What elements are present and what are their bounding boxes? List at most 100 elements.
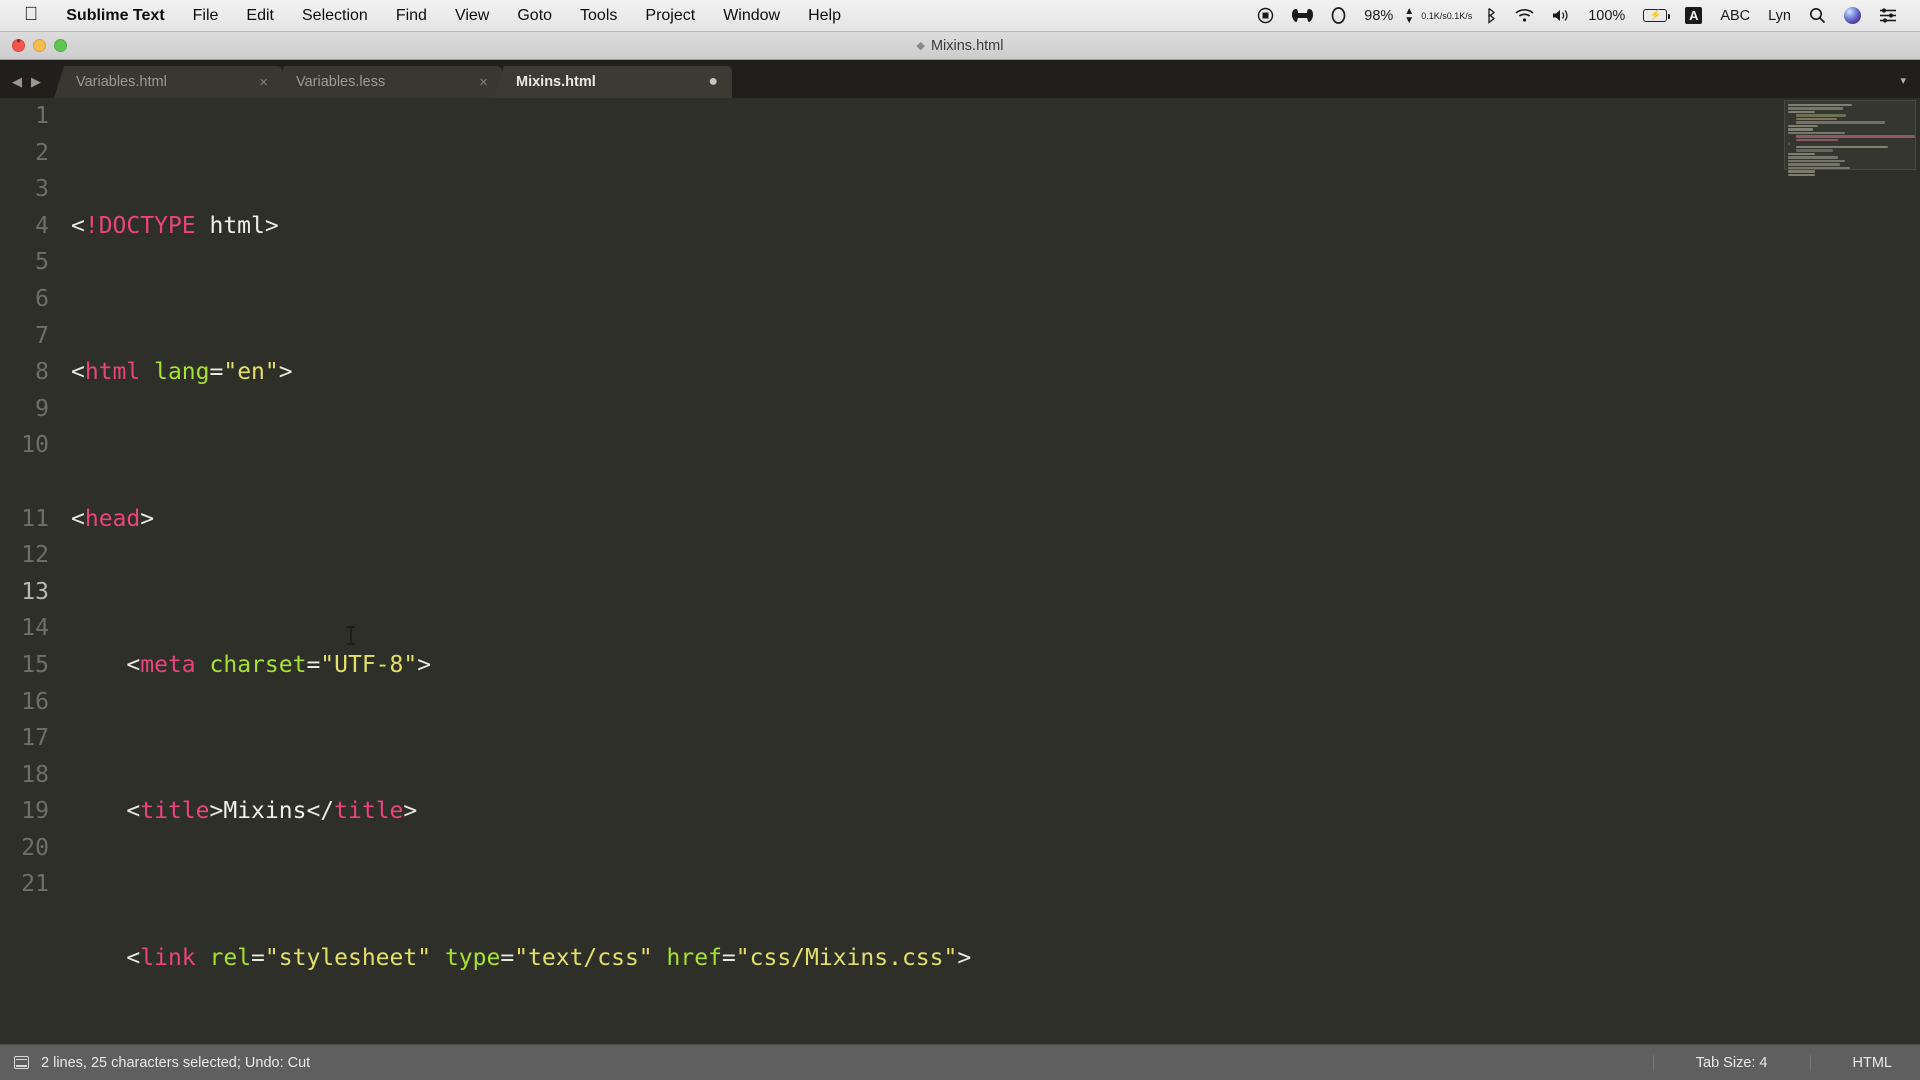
tab-variables-html[interactable]: Variables.html × [54,66,282,98]
minimap-viewport-indicator[interactable] [1784,100,1916,170]
vpn-heart-icon[interactable] [1283,8,1322,23]
tab-variables-less[interactable]: Variables.less × [274,66,502,98]
token-attr-href: href [666,944,722,971]
wifi-icon[interactable] [1506,8,1543,23]
tab-label: Variables.html [76,74,167,90]
nav-next-arrow-icon[interactable]: ▶ [31,75,41,88]
line-number: 10 [21,432,49,459]
menu-find[interactable]: Find [382,7,441,25]
line-number-current: 13 [21,578,49,605]
token-attr-type: type [444,944,501,971]
menu-window[interactable]: Window [709,7,794,25]
line-number: 7 [35,322,49,349]
line-number: 3 [35,176,49,203]
tab-close-icon[interactable]: × [479,75,488,90]
macos-menu-bar:  Sublime Text File Edit Selection Find … [0,0,1920,32]
tab-size-indicator[interactable]: Tab Size: 4 [1652,1054,1810,1071]
menu-edit[interactable]: Edit [232,7,288,25]
line-number: 11 [21,505,49,532]
menu-help[interactable]: Help [794,7,855,25]
code-text-area[interactable]: <!DOCTYPE html> <html lang="en"> <head> … [62,98,1920,1044]
editor-tab-bar: ◀ ▶ Variables.html × Variables.less × Mi… [0,60,1920,98]
code-line-5: <title>Mixins</title> [126,798,418,825]
battery-charging-icon[interactable]: ⚡ [1634,9,1676,22]
code-editor[interactable]: 1 2 3 4 5 6 7 8 9 10 11 12 13 14 15 16 1… [0,98,1920,1044]
menu-bar-status-area: 98% ▲ ▼ 0.1K/s 0.1K/s 100% ⚡ A ABC Lyn [1248,5,1906,26]
syntax-mode-indicator[interactable]: HTML [1809,1054,1906,1071]
token-attr-lang: lang [154,359,210,386]
token-attr-rel: rel [209,944,252,971]
menu-view[interactable]: View [441,7,503,25]
tab-overflow-caret-icon[interactable]: ▾ [1900,74,1920,98]
input-source-label[interactable]: ABC [1711,8,1759,24]
line-number: 12 [21,542,49,569]
title-text-content: Mixins [223,798,307,825]
menu-project[interactable]: Project [631,7,709,25]
menu-file[interactable]: File [179,7,233,25]
menu-app-name[interactable]: Sublime Text [52,7,178,25]
line-number: 8 [35,359,49,386]
token-tag-meta: meta [140,651,196,678]
apple-logo-icon[interactable]:  [14,5,52,27]
line-number: 5 [35,249,49,276]
menu-goto[interactable]: Goto [503,7,566,25]
mouse-ibeam-cursor [347,626,355,645]
network-speed-readout: 0.1K/s 0.1K/s [1416,11,1477,21]
up-down-arrows-icon: ▲ ▼ [1404,5,1415,26]
token-tag-title-close: title [334,798,404,825]
net-upload-rate: 0.1K/s [1421,10,1447,21]
spotlight-search-icon[interactable] [1800,7,1835,24]
window-title-bar: ◆ Mixins.html [0,32,1920,60]
token-attr-charset: charset [209,651,307,678]
line-number: 16 [21,688,49,715]
line-number: 1 [35,103,49,129]
line-number: 4 [35,212,49,239]
line-number: 2 [35,139,49,166]
token-tag-link: link [140,944,196,971]
code-line-4: <meta charset="UTF-8"> [126,651,432,678]
line-number: 20 [21,834,49,861]
token-val-type: "text/css" [514,944,653,971]
menu-tools[interactable]: Tools [566,7,631,25]
window-title-text: Mixins.html [930,37,1004,54]
control-center-icon[interactable] [1870,8,1906,23]
line-number: 15 [21,651,49,678]
bluetooth-icon[interactable] [1477,7,1506,24]
tab-close-icon[interactable]: × [259,75,268,90]
window-title: ◆ Mixins.html [0,38,1920,54]
lyn-menu-label[interactable]: Lyn [1759,8,1800,24]
record-stop-icon[interactable] [1248,7,1283,24]
line-number: 18 [21,761,49,788]
token-doctype: !DOCTYPE [84,212,196,239]
token-val-rel: "stylesheet" [264,944,432,971]
code-line-6: <link rel="stylesheet" type="text/css" h… [126,944,972,971]
token-tag-title: title [140,798,210,825]
cpu-ring-icon[interactable] [1322,7,1355,24]
cpu-percent-label: 98% [1364,7,1394,24]
battery-percent-label: 100% [1588,7,1626,24]
speaker-icon[interactable] [1543,8,1579,23]
line-number: 14 [21,615,49,642]
nav-previous-arrow-icon[interactable]: ◀ [12,75,22,88]
unsaved-changes-icon: ● [708,73,718,90]
line-number: 21 [21,871,49,898]
token-tag-head: head [84,505,141,532]
token-val-lang: "en" [223,359,279,386]
sidebar-toggle-icon[interactable] [14,1056,29,1069]
status-message: 2 lines, 25 characters selected; Undo: C… [41,1054,311,1071]
tab-label: Variables.less [296,74,386,90]
line-number: 9 [35,395,49,422]
line-number-wrap-blank [0,464,62,501]
token-val-href: "css/Mixins.css" [735,944,958,971]
menu-selection[interactable]: Selection [288,7,382,25]
input-source-a-icon[interactable]: A [1676,7,1711,24]
code-line-1: <!DOCTYPE html> [71,212,279,239]
token-tag-html: html [84,359,141,386]
net-download-rate: 0.1K/s [1446,10,1473,21]
tab-nav-arrows: ◀ ▶ [0,75,54,98]
status-bar-right: Tab Size: 4 HTML [1652,1054,1906,1071]
siri-orb-icon[interactable] [1835,7,1870,24]
line-number: 6 [35,285,49,312]
line-number: 17 [21,725,49,752]
tab-mixins-html[interactable]: Mixins.html ● [494,66,732,98]
